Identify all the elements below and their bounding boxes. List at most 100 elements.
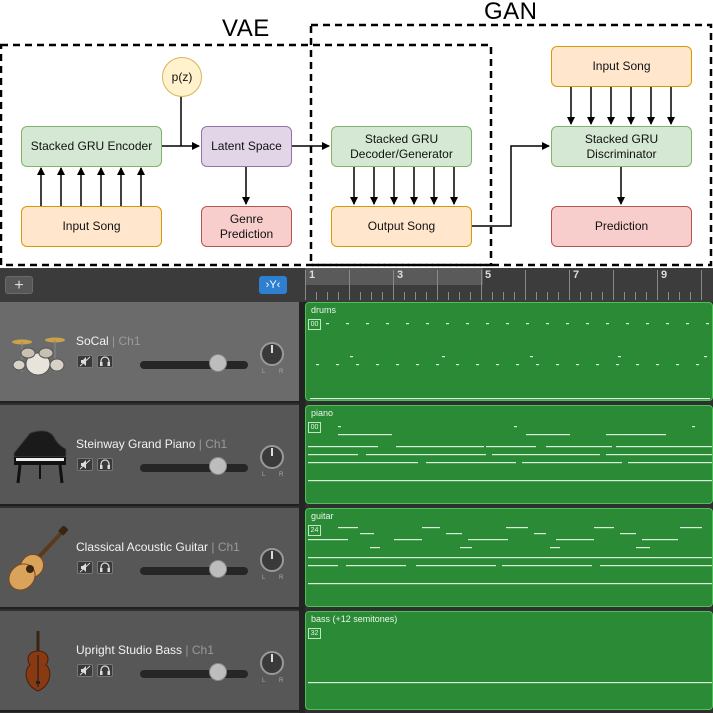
pan-right-label: R	[279, 369, 284, 375]
track-header-bass[interactable]: Upright Studio Bass | Ch1 L R	[0, 611, 299, 712]
region-piano[interactable]: piano 00	[305, 405, 713, 504]
ruler-tick	[327, 292, 328, 300]
ruler-tick	[426, 292, 427, 300]
decoder-to-output-arrows	[350, 166, 458, 205]
pan-knob[interactable]	[260, 342, 284, 366]
output-song-node: Output Song	[331, 206, 472, 247]
upright-bass-icon	[25, 631, 51, 692]
ruler-tick	[349, 270, 350, 300]
ruler-number: 7	[573, 269, 580, 281]
ruler-tick	[547, 292, 548, 300]
headphones-icon[interactable]	[97, 664, 113, 677]
volume-slider-knob[interactable]	[208, 560, 227, 578]
bass-notes	[308, 682, 712, 684]
track-header-socal[interactable]: SoCal | Ch1 L R	[0, 302, 299, 403]
ruler-tick	[338, 292, 339, 300]
drum-kit-icon	[12, 337, 65, 376]
volume-slider[interactable]	[140, 567, 248, 575]
ruler-tick	[613, 270, 614, 300]
decoder-node: Stacked GRU Decoder/Generator	[331, 126, 472, 167]
encoder-node: Stacked GRU Encoder	[21, 126, 162, 167]
ruler-tick	[624, 292, 625, 300]
ruler-number: 1	[309, 269, 316, 281]
ruler-tick	[514, 292, 515, 300]
pan-knob[interactable]	[260, 651, 284, 675]
mute-icon[interactable]	[77, 561, 93, 574]
ruler-number: 9	[661, 269, 668, 281]
discriminator-node: Stacked GRU Discriminator	[551, 126, 692, 167]
ruler-tick	[448, 292, 449, 300]
ruler-tick	[558, 292, 559, 300]
input-to-encoder-arrows	[37, 167, 145, 206]
headphones-icon[interactable]	[97, 458, 113, 471]
discriminator-line-1: Stacked GRU	[584, 131, 659, 146]
ruler-tick	[602, 292, 603, 300]
input-to-discriminator-arrows	[567, 86, 675, 125]
region-bass[interactable]: bass (+12 semitones) 32	[305, 611, 713, 710]
ruler-tick	[459, 292, 460, 300]
ruler-number: 3	[397, 269, 404, 281]
ruler-tick	[679, 292, 680, 300]
ruler-tick	[591, 292, 592, 300]
genre-prediction-node: Genre Prediction	[201, 206, 292, 247]
ruler-tick	[437, 270, 438, 300]
genre-line-2: Prediction	[219, 226, 274, 241]
ruler-tick	[646, 292, 647, 300]
ruler-tick	[536, 292, 537, 300]
genre-line-1: Genre	[229, 211, 264, 226]
track-header-guitar[interactable]: Classical Acoustic Guitar | Ch1 L R	[0, 508, 299, 609]
add-track-button[interactable]: +	[5, 276, 33, 294]
track-name: SoCal | Ch1	[76, 334, 141, 348]
mute-icon[interactable]	[77, 458, 93, 471]
volume-slider[interactable]	[140, 361, 248, 369]
region-drums[interactable]: drums 00	[305, 302, 713, 401]
pan-knob[interactable]	[260, 445, 284, 469]
pan-right-label: R	[279, 575, 284, 581]
ruler-tick	[492, 292, 493, 300]
pan-left-label: L	[262, 472, 266, 478]
pan-knob[interactable]	[260, 548, 284, 572]
ruler-tick	[360, 292, 361, 300]
guitar-notes	[308, 527, 712, 585]
ruler-tick	[503, 292, 504, 300]
ruler-tick	[668, 292, 669, 300]
ruler-tick	[635, 292, 636, 300]
headphones-icon[interactable]	[97, 561, 113, 574]
volume-slider[interactable]	[140, 464, 248, 472]
timeline-ruler[interactable]: 1 3 5 7 9	[305, 268, 713, 303]
ruler-cycle-region[interactable]	[305, 268, 483, 285]
decoder-line-1: Stacked GRU	[364, 131, 439, 146]
ruler-tick	[415, 292, 416, 300]
ruler-tick	[569, 270, 570, 300]
track-name: Steinway Grand Piano | Ch1	[76, 437, 228, 451]
input-song-left-node: Input Song	[21, 206, 162, 247]
filter-button[interactable]: ›Y‹	[259, 276, 287, 294]
pan-right-label: R	[279, 472, 284, 478]
ruler-tick	[305, 270, 306, 300]
mute-icon[interactable]	[77, 664, 93, 677]
volume-slider-knob[interactable]	[208, 457, 227, 475]
volume-slider-knob[interactable]	[208, 663, 227, 681]
gan-label: GAN	[484, 0, 538, 25]
ruler-tick	[701, 270, 702, 300]
ruler-tick	[525, 270, 526, 300]
volume-slider-knob[interactable]	[208, 354, 227, 372]
ruler-tick	[371, 292, 372, 300]
pan-right-label: R	[279, 678, 284, 684]
track-header-bar: + ›Y‹	[0, 268, 305, 303]
prediction-node: Prediction	[551, 206, 692, 247]
vae-label: VAE	[222, 15, 270, 42]
pz-node: p(z)	[162, 57, 202, 97]
mute-icon[interactable]	[77, 355, 93, 368]
grand-piano-icon	[13, 430, 67, 484]
region-guitar[interactable]: guitar 24	[305, 508, 713, 607]
headphones-icon[interactable]	[97, 355, 113, 368]
volume-slider[interactable]	[140, 670, 248, 678]
acoustic-guitar-icon	[8, 526, 68, 591]
ruler-tick	[316, 292, 317, 300]
track-header-piano[interactable]: Steinway Grand Piano | Ch1 L R	[0, 405, 299, 506]
discriminator-line-2: Discriminator	[586, 146, 657, 161]
decoder-line-2: Decoder/Generator	[350, 146, 453, 161]
ruler-tick	[657, 270, 658, 300]
architecture-diagram: VAE GAN p(z) Stacked GRU Encoder Latent …	[0, 0, 713, 268]
